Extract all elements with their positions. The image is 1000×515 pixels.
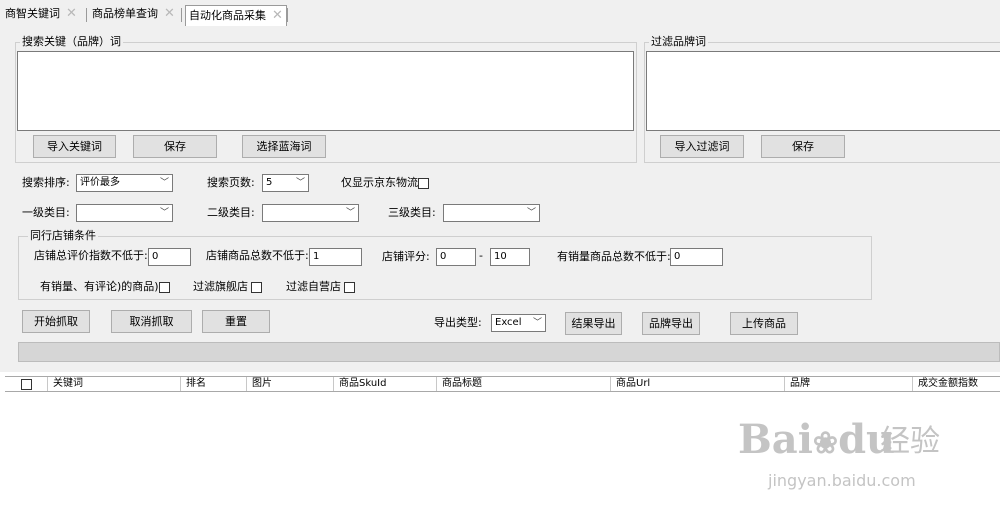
chevron-down-icon: ﹀: [345, 208, 355, 218]
export-brands-button[interactable]: 品牌导出: [642, 312, 700, 335]
tab-divider: [86, 8, 87, 22]
cancel-scrape-button[interactable]: 取消抓取: [111, 310, 192, 333]
close-icon[interactable]: ✕: [164, 4, 175, 24]
jd-logistics-label: 仅显示京东物流: [341, 176, 418, 189]
pages-select[interactable]: 5 ﹀: [262, 174, 309, 192]
column-header[interactable]: 排名: [180, 377, 246, 391]
watermark-url: jingyan.baidu.com: [768, 471, 916, 490]
level3-category-select[interactable]: ﹀: [443, 204, 540, 222]
sort-select[interactable]: 评价最多 ﹀: [76, 174, 173, 192]
filter-brand-group-title: 过滤品牌词: [649, 35, 708, 48]
import-filter-button[interactable]: 导入过滤词: [660, 135, 744, 158]
export-type-value: Excel: [495, 317, 522, 328]
jd-logistics-checkbox[interactable]: [418, 178, 429, 189]
watermark-cn: 经验: [880, 424, 940, 459]
tab-bar: 商智关键词 ✕ 商品榜单查询 ✕ 自动化商品采集 ✕: [0, 0, 1000, 26]
save-keywords-button[interactable]: 保存: [133, 135, 217, 158]
watermark-logo: Bai❀du: [738, 418, 895, 466]
grid-header: 关键词 排名 图片 商品SkuId 商品标题 商品Url 品牌 成交金额指数: [5, 376, 1000, 392]
export-type-label: 导出类型:: [434, 316, 482, 329]
column-header[interactable]: 商品标题: [436, 377, 610, 391]
start-scrape-button[interactable]: 开始抓取: [22, 310, 90, 333]
shop-conditions-title: 同行店铺条件: [28, 229, 98, 242]
keyword-textarea[interactable]: [17, 51, 634, 131]
chevron-down-icon: ﹀: [526, 208, 536, 218]
close-icon[interactable]: ✕: [272, 6, 283, 26]
import-keywords-button[interactable]: 导入关键词: [33, 135, 116, 158]
tab-divider: [181, 8, 182, 22]
close-icon[interactable]: ✕: [66, 4, 77, 24]
reset-button[interactable]: 重置: [202, 310, 270, 333]
select-all-checkbox[interactable]: [21, 379, 32, 390]
level1-category-select[interactable]: ﹀: [76, 204, 173, 222]
watermark-brand: Bai: [738, 416, 813, 463]
column-header[interactable]: 商品SkuId: [333, 377, 436, 391]
sales-total-input[interactable]: 0: [670, 248, 723, 266]
column-header[interactable]: 关键词: [47, 377, 180, 391]
filter-self-operated-label: 过滤自营店: [286, 280, 341, 293]
chevron-down-icon: ﹀: [159, 178, 169, 188]
sort-value: 评价最多: [80, 177, 120, 188]
review-index-input[interactable]: 0: [148, 248, 191, 266]
tab-divider: [287, 8, 288, 22]
shop-score-label: 店铺评分:: [382, 250, 430, 263]
sort-label: 搜索排序:: [22, 176, 70, 189]
column-header[interactable]: 成交金额指数: [912, 377, 1000, 391]
column-header[interactable]: 品牌: [784, 377, 912, 391]
filter-brand-textarea[interactable]: [646, 51, 1000, 131]
score-max-input[interactable]: 10: [490, 248, 530, 266]
chevron-down-icon: ﹀: [159, 208, 169, 218]
column-header[interactable]: 图片: [246, 377, 333, 391]
pages-label: 搜索页数:: [207, 176, 255, 189]
tab-auto-collect[interactable]: 自动化商品采集 ✕: [185, 5, 287, 26]
tab-label: 商品榜单查询: [92, 7, 158, 20]
select-all-cell: [5, 377, 47, 391]
score-range-dash: -: [479, 249, 483, 262]
progress-bar: [18, 342, 1000, 362]
pages-value: 5: [266, 177, 273, 188]
review-index-label: 店铺总评价指数不低于:: [34, 249, 148, 262]
has-sales-label: 有销量、有评论)的商品): [40, 280, 159, 293]
tab-label: 商智关键词: [5, 7, 60, 20]
tab-keywords[interactable]: 商智关键词 ✕: [5, 4, 77, 24]
tab-label: 自动化商品采集: [189, 9, 266, 22]
export-results-button[interactable]: 结果导出: [565, 312, 622, 335]
level3-category-label: 三级类目:: [388, 206, 436, 219]
filter-flagship-label: 过滤旗舰店: [193, 280, 248, 293]
upload-products-button[interactable]: 上传商品: [730, 312, 798, 335]
chevron-down-icon: ﹀: [295, 178, 305, 188]
tab-ranking-query[interactable]: 商品榜单查询 ✕: [92, 4, 175, 24]
filter-flagship-checkbox[interactable]: [251, 282, 262, 293]
select-blue-ocean-button[interactable]: 选择蓝海词: [242, 135, 326, 158]
column-header[interactable]: 商品Url: [610, 377, 784, 391]
level2-category-select[interactable]: ﹀: [262, 204, 359, 222]
chevron-down-icon: ﹀: [532, 318, 542, 328]
keyword-group-title: 搜索关键（品牌）词: [20, 35, 123, 48]
product-total-label: 店铺商品总数不低于:: [206, 249, 309, 262]
score-min-input[interactable]: 0: [436, 248, 476, 266]
save-filter-button[interactable]: 保存: [761, 135, 845, 158]
sales-total-label: 有销量商品总数不低于:: [557, 250, 671, 263]
has-sales-checkbox[interactable]: [159, 282, 170, 293]
level2-category-label: 二级类目:: [207, 206, 255, 219]
filter-self-operated-checkbox[interactable]: [344, 282, 355, 293]
export-type-select[interactable]: Excel ﹀: [491, 314, 546, 332]
level1-category-label: 一级类目:: [22, 206, 70, 219]
product-total-input[interactable]: 1: [309, 248, 362, 266]
paw-icon: ❀: [812, 426, 839, 461]
